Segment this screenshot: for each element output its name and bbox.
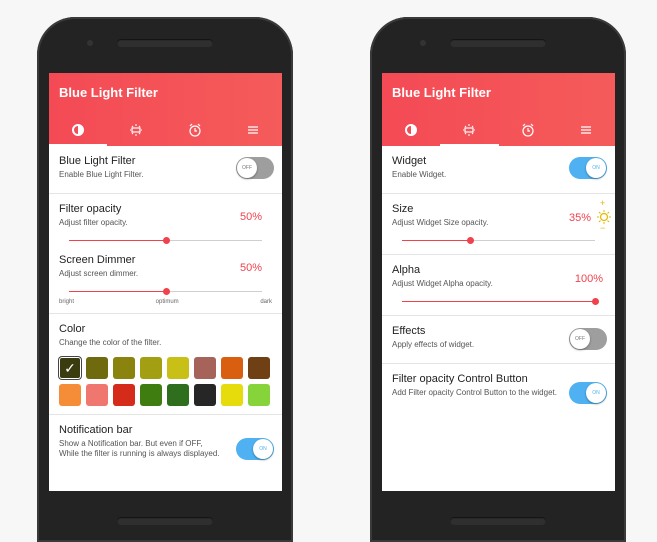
slider-fill	[69, 291, 166, 292]
alarm-icon	[189, 123, 201, 137]
scale-optimum: optimum	[155, 299, 179, 305]
bottom-speaker	[117, 517, 213, 525]
app-bar: Blue Light Filter	[382, 73, 615, 146]
brightness-icon	[72, 123, 85, 136]
phone-right: Blue Light Filter Widget Enable Widget.	[370, 17, 626, 542]
color-swatch[interactable]	[113, 384, 135, 406]
color-swatch[interactable]	[194, 384, 216, 406]
size-minus: −	[600, 223, 606, 233]
front-camera	[420, 40, 426, 46]
earpiece-speaker	[117, 39, 213, 47]
widget-icon	[130, 123, 143, 136]
color-swatch[interactable]: ✓	[59, 357, 81, 379]
app-bar: Blue Light Filter	[49, 73, 282, 146]
setting-effects: Effects Apply effects of widget. OFF	[382, 316, 615, 364]
setting-filter-opacity: Filter opacity Adjust filter opacity. 50…	[49, 194, 282, 248]
setting-title: Notification bar	[59, 424, 133, 436]
toggle-knob: OFF	[570, 329, 590, 349]
tab-bar	[382, 113, 615, 146]
setting-color: Color Change the color of the filter. ✓	[49, 314, 282, 415]
alpha-slider[interactable]	[402, 297, 599, 307]
setting-widget: Widget Enable Widget. ON	[382, 146, 615, 194]
sun-icon: + −	[595, 198, 613, 233]
toggle-knob: ON	[253, 439, 273, 459]
dimmer-value: 50%	[239, 262, 262, 274]
filter-opacity-slider[interactable]	[69, 236, 262, 246]
screen-right: Blue Light Filter Widget Enable Widget.	[382, 73, 615, 491]
setting-description: Add Filter opacity Control Button to the…	[392, 388, 557, 397]
color-swatch[interactable]	[248, 357, 270, 379]
size-slider[interactable]	[402, 236, 595, 246]
menu-icon	[580, 125, 591, 134]
phone-left: Blue Light Filter Blue Light Filter Enab…	[37, 17, 293, 542]
setting-size: Size Adjust Widget Size opacity. 35% + −	[382, 194, 615, 255]
app-title: Blue Light Filter	[59, 85, 158, 100]
setting-notification-bar: Notification bar Show a Notification bar…	[49, 415, 282, 467]
color-swatch[interactable]	[194, 357, 216, 379]
earpiece-speaker	[450, 39, 546, 47]
slider-thumb[interactable]	[592, 298, 599, 305]
color-swatch[interactable]	[86, 384, 108, 406]
screen-dimmer-slider[interactable]	[69, 287, 262, 297]
setting-title: Color	[59, 323, 86, 335]
slider-fill	[402, 240, 470, 241]
blue-light-filter-toggle[interactable]: OFF	[236, 157, 274, 179]
slider-thumb[interactable]	[466, 237, 474, 244]
color-swatch[interactable]	[221, 384, 243, 406]
toggle-knob: ON	[586, 158, 606, 178]
front-camera	[87, 40, 93, 46]
slider-fill	[402, 301, 595, 302]
brightness-icon	[405, 123, 418, 136]
color-swatch[interactable]	[59, 384, 81, 406]
notification-bar-toggle[interactable]: ON	[236, 438, 274, 460]
dimmer-scale: bright optimum dark	[59, 299, 272, 305]
color-swatch[interactable]	[167, 384, 189, 406]
color-swatch[interactable]	[86, 357, 108, 379]
setting-description: Show a Notification bar. But even if OFF…	[59, 439, 220, 458]
scale-dark: dark	[260, 299, 272, 305]
slider-fill	[69, 240, 166, 241]
check-icon: ✓	[64, 359, 76, 376]
tab-brightness[interactable]	[382, 113, 440, 146]
alpha-value: 100%	[574, 273, 603, 285]
control-button-toggle[interactable]: ON	[569, 382, 607, 404]
screen-left: Blue Light Filter Blue Light Filter Enab…	[49, 73, 282, 491]
toggle-knob: ON	[586, 383, 606, 403]
opacity-value: 50%	[239, 211, 262, 223]
setting-alpha: Alpha Adjust Widget Alpha opacity. 100%	[382, 255, 615, 316]
bottom-speaker	[450, 517, 546, 525]
setting-description: Adjust Widget Alpha opacity.	[392, 279, 493, 288]
color-swatch[interactable]	[221, 357, 243, 379]
color-swatch[interactable]	[248, 384, 270, 406]
widget-toggle[interactable]: ON	[569, 157, 607, 179]
setting-blue-light-filter: Blue Light Filter Enable Blue Light Filt…	[49, 146, 282, 194]
setting-screen-dimmer: Screen Dimmer Adjust screen dimmer. 50% …	[49, 248, 282, 314]
tab-alarm[interactable]	[499, 113, 557, 146]
setting-description: Change the color of the filter.	[59, 338, 162, 347]
color-swatch[interactable]	[113, 357, 135, 379]
tab-menu[interactable]	[224, 113, 282, 146]
slider-thumb[interactable]	[162, 237, 170, 244]
setting-title: Alpha	[392, 264, 421, 276]
widget-icon	[463, 123, 476, 136]
tab-widget[interactable]	[107, 113, 165, 146]
tab-menu[interactable]	[557, 113, 615, 146]
size-value: 35%	[568, 212, 591, 224]
app-title: Blue Light Filter	[392, 85, 491, 100]
effects-toggle[interactable]: OFF	[569, 328, 607, 350]
color-swatch-grid: ✓	[59, 357, 272, 406]
color-swatch[interactable]	[140, 384, 162, 406]
setting-control-button: Filter opacity Control Button Add Filter…	[382, 364, 615, 406]
menu-icon	[247, 125, 258, 134]
tab-widget[interactable]	[440, 113, 499, 146]
scale-bright: bright	[59, 299, 75, 305]
slider-thumb[interactable]	[162, 288, 170, 295]
alarm-icon	[522, 123, 534, 137]
color-swatch[interactable]	[140, 357, 162, 379]
color-swatch[interactable]	[167, 357, 189, 379]
tab-bar	[49, 113, 282, 146]
toggle-knob: OFF	[237, 158, 257, 178]
tab-brightness[interactable]	[49, 113, 108, 146]
tab-alarm[interactable]	[166, 113, 224, 146]
